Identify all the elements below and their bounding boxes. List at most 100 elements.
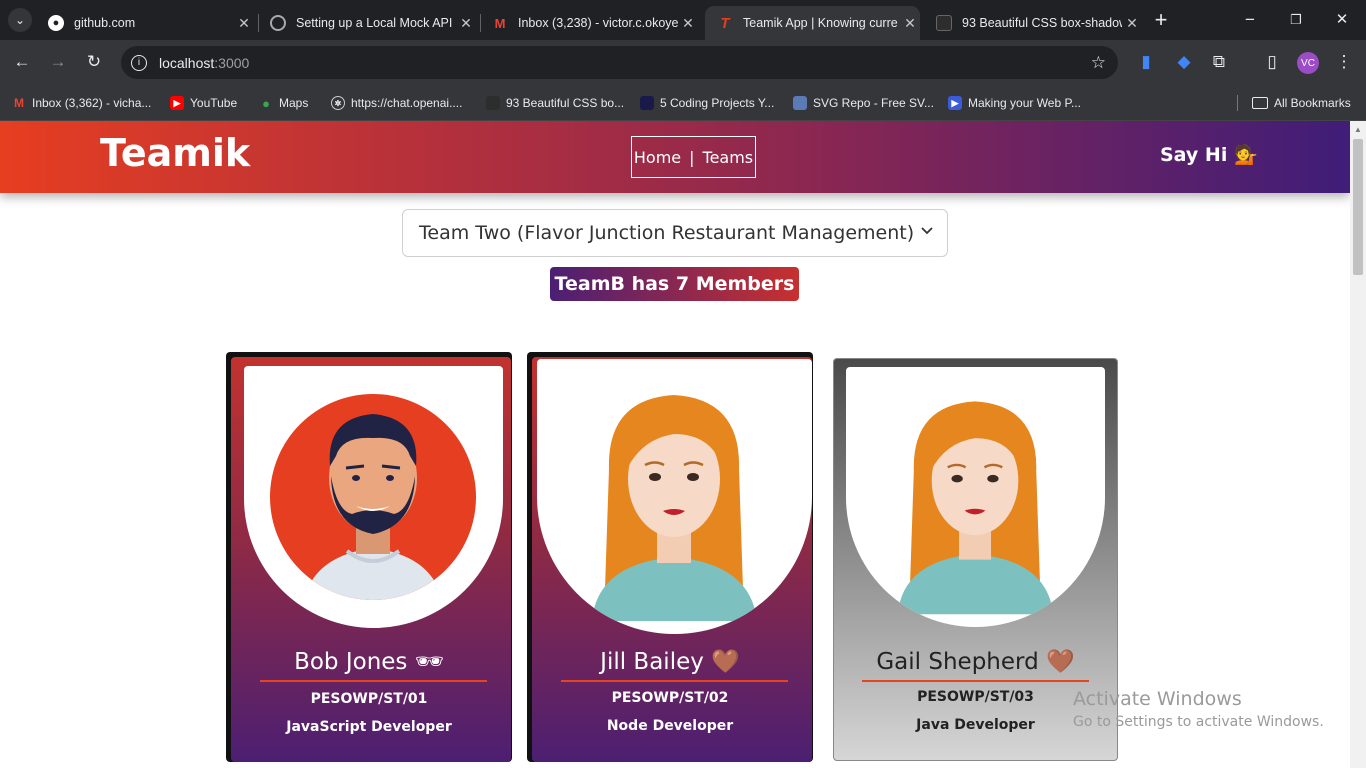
tab-github[interactable]: ● github.com ✕ <box>36 6 254 40</box>
nav-separator: | <box>689 147 695 167</box>
male-avatar <box>270 394 476 600</box>
extensions-icon[interactable]: ⧉ <box>1207 50 1231 74</box>
app-header: Teamik Home | Teams Say Hi 💁 <box>0 121 1350 193</box>
all-bookmarks[interactable]: All Bookmarks <box>1252 93 1351 113</box>
tab-search-icon[interactable]: ⌄ <box>8 8 32 32</box>
bookmarks-bar: M Inbox (3,362) - vicha... ▶ YouTube ● Maps… <box>0 85 1366 121</box>
watermark-title: Activate Windows <box>1073 688 1242 710</box>
menu-icon[interactable]: ⋮ <box>1332 50 1356 74</box>
web-icon <box>486 96 500 110</box>
bookmark-web-perf[interactable]: ▶ Making your Web P... <box>948 93 1081 113</box>
bookmark-label: Inbox (3,362) - vicha... <box>32 96 152 110</box>
chevron-down-icon <box>921 227 933 235</box>
tab-title: github.com <box>74 16 136 30</box>
name-underline <box>862 680 1089 682</box>
bookmark-label: SVG Repo - Free SV... <box>813 96 934 110</box>
close-icon[interactable]: ✕ <box>234 15 254 32</box>
female-avatar <box>592 395 757 621</box>
bookmark-openai[interactable]: ✲ https://chat.openai.... <box>331 93 462 113</box>
maps-icon: ● <box>262 95 270 111</box>
bookmark-youtube[interactable]: ▶ YouTube <box>170 93 237 113</box>
openai-icon: ✲ <box>331 96 345 110</box>
close-icon[interactable]: ✕ <box>678 15 698 32</box>
web-icon <box>640 96 654 110</box>
member-card[interactable]: Bob Jones 🕶 PESOWP/ST/01 JavaScript Deve… <box>226 352 512 762</box>
bookmark-label: 5 Coding Projects Y... <box>660 96 775 110</box>
teamik-icon: T <box>720 14 730 32</box>
profile-avatar[interactable]: VC <box>1297 52 1319 74</box>
side-panel-icon[interactable]: ▯ <box>1260 50 1284 74</box>
gmail-icon: M <box>494 15 506 31</box>
bookmark-label: https://chat.openai.... <box>351 96 463 110</box>
member-role: JavaScript Developer <box>286 719 452 735</box>
docs-extension-icon[interactable]: ▮ <box>1134 50 1158 74</box>
bookmark-label: YouTube <box>190 96 238 110</box>
browser-chrome: ⌄ ● github.com ✕ Setting up a Local Mock… <box>0 0 1366 121</box>
close-icon[interactable]: ✕ <box>456 15 476 32</box>
tab-inbox[interactable]: M Inbox (3,238) - victor.c.okoye ✕ <box>480 6 698 40</box>
bookmark-label: Maps <box>279 96 309 110</box>
close-icon[interactable]: ✕ <box>900 15 920 32</box>
nav-home-link[interactable]: Home <box>632 148 683 167</box>
tab-strip: ⌄ ● github.com ✕ Setting up a Local Mock… <box>0 0 1366 40</box>
member-name: Gail Shepherd 🤎 <box>876 649 1075 675</box>
all-bookmarks-label: All Bookmarks <box>1274 96 1351 110</box>
nav-teams-link[interactable]: Teams <box>701 148 756 167</box>
activate-windows-watermark: Activate Windows Go to Settings to activ… <box>1073 688 1324 730</box>
member-photo <box>537 359 812 634</box>
reload-icon[interactable]: ↻ <box>82 50 106 74</box>
folder-icon <box>1252 97 1268 109</box>
tab-title: 93 Beautiful CSS box-shadow <box>962 16 1122 30</box>
close-window-icon[interactable]: ✕ <box>1330 8 1354 32</box>
tab-css-box-shadow[interactable]: 93 Beautiful CSS box-shadow ✕ <box>924 6 1142 40</box>
member-name: Bob Jones 🕶 <box>294 649 444 675</box>
bookmark-svg-repo[interactable]: SVG Repo - Free SV... <box>793 93 934 113</box>
member-photo <box>846 367 1105 627</box>
bookmarks-divider <box>1237 95 1238 111</box>
name-underline <box>561 680 788 682</box>
team-select[interactable]: Team Two (Flavor Junction Restaurant Man… <box>402 209 948 257</box>
web-icon <box>936 15 952 31</box>
back-icon[interactable]: ← <box>10 50 34 74</box>
member-name: Jill Bailey 🤎 <box>600 649 740 675</box>
gmail-icon: M <box>14 96 24 110</box>
address-bar[interactable]: i localhost:3000 ☆ <box>121 46 1118 79</box>
bookmark-coding-projects[interactable]: 5 Coding Projects Y... <box>640 93 774 113</box>
member-id: PESOWP/ST/02 <box>611 690 729 706</box>
tab-mock-api[interactable]: Setting up a Local Mock API ✕ <box>258 6 476 40</box>
tab-title: Teamik App | Knowing curre <box>743 16 898 30</box>
url-port: :3000 <box>214 54 250 71</box>
close-icon[interactable]: ✕ <box>1122 15 1142 32</box>
bookmark-star-icon[interactable]: ☆ <box>1091 53 1106 73</box>
site-info-icon[interactable]: i <box>131 54 147 71</box>
member-photo <box>244 366 503 628</box>
web-icon: ▶ <box>948 96 962 110</box>
tab-teamik[interactable]: T Teamik App | Knowing curre ✕ <box>705 6 920 40</box>
minimize-icon[interactable]: − <box>1238 8 1262 32</box>
url-host: localhost <box>159 54 215 71</box>
scroll-up-arrow[interactable]: ▲ <box>1354 125 1362 134</box>
member-id: PESOWP/ST/01 <box>310 691 428 707</box>
restore-icon[interactable]: ❐ <box>1284 8 1308 32</box>
member-card[interactable]: Jill Bailey 🤎 PESOWP/ST/02 Node Develope… <box>527 352 813 762</box>
name-underline <box>260 680 487 682</box>
github-icon: ● <box>48 15 64 31</box>
bookmark-label: 93 Beautiful CSS bo... <box>506 96 625 110</box>
bookmark-inbox[interactable]: M Inbox (3,362) - vicha... <box>12 93 151 113</box>
forward-icon[interactable]: → <box>46 50 70 74</box>
member-count-badge: TeamB has 7 Members <box>550 267 799 301</box>
page-scrollbar[interactable]: ▲ <box>1350 121 1366 768</box>
bookmark-label: Making your Web P... <box>968 96 1081 110</box>
say-hi-button[interactable]: Say Hi 💁 <box>1160 143 1258 166</box>
color-picker-extension-icon[interactable]: ◆ <box>1172 50 1196 74</box>
bookmark-maps[interactable]: ● Maps <box>259 93 308 113</box>
web-icon <box>270 15 286 31</box>
app-logo[interactable]: Teamik <box>100 131 250 175</box>
bookmark-css-box-shadow[interactable]: 93 Beautiful CSS bo... <box>486 93 624 113</box>
page-viewport: Teamik Home | Teams Say Hi 💁 Team Two (F… <box>0 121 1350 768</box>
tab-title: Setting up a Local Mock API <box>296 16 453 30</box>
team-select-value: Team Two (Flavor Junction Restaurant Man… <box>419 222 915 244</box>
scrollbar-thumb[interactable] <box>1353 139 1363 275</box>
new-tab-icon[interactable]: + <box>1149 8 1173 32</box>
tab-title: Inbox (3,238) - victor.c.okoye <box>518 16 678 30</box>
